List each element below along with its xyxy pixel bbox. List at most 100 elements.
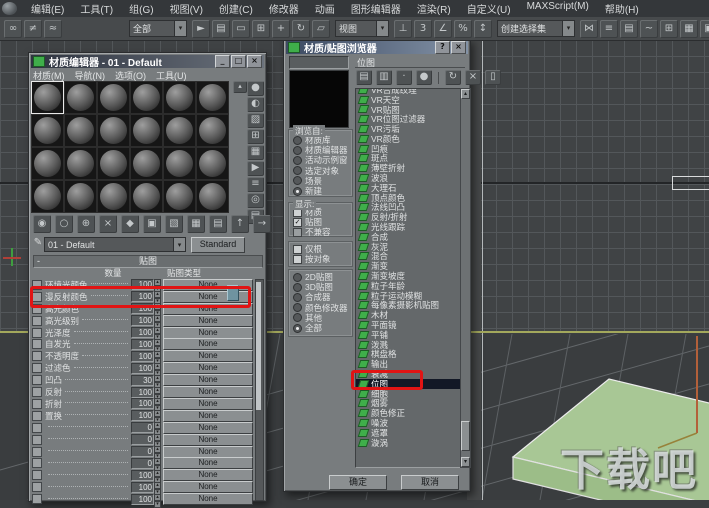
spinner-up-icon[interactable]: ▴	[154, 327, 161, 334]
radio-icon[interactable]	[293, 303, 302, 312]
view-list-plus-icons-icon[interactable]: ▥	[376, 70, 392, 85]
spinner-up-icon[interactable]: ▴	[154, 434, 161, 441]
sample-slot[interactable]	[31, 114, 64, 147]
radio-icon[interactable]	[293, 273, 302, 282]
sample-uv-tiling-icon[interactable]: ⊞	[247, 129, 264, 144]
spinner-up-icon[interactable]: ▴	[154, 482, 161, 489]
video-color-check-icon[interactable]: ▦	[247, 145, 264, 160]
spinner-up-icon[interactable]: ▴	[154, 315, 161, 322]
backlight-icon[interactable]: ◐	[247, 97, 264, 112]
map-amount-field[interactable]: 100	[131, 339, 154, 350]
show-map-in-viewport-icon[interactable]: ▦	[187, 215, 205, 233]
editor-menu-item[interactable]: 选项(O)	[115, 69, 146, 82]
material-type-button[interactable]: Standard	[191, 237, 245, 253]
spinner-up-icon[interactable]: ▴	[154, 422, 161, 429]
map-none-button[interactable]: None	[163, 410, 253, 422]
put-material-to-scene-icon[interactable]: ○	[55, 215, 73, 233]
map-none-button[interactable]: None	[163, 398, 253, 410]
spinner-up-icon[interactable]: ▴	[154, 387, 161, 394]
amount-spinner[interactable]: ▴▾	[154, 446, 161, 457]
maximize-button[interactable]: □	[231, 55, 246, 68]
amount-spinner[interactable]: ▴▾	[154, 375, 161, 386]
go-to-parent-icon[interactable]: ↑	[231, 215, 249, 233]
sample-slot[interactable]	[97, 114, 130, 147]
sample-slot[interactable]	[31, 81, 64, 114]
sample-slot[interactable]	[163, 147, 196, 180]
sample-type-icon[interactable]: ●	[247, 81, 264, 96]
amount-spinner[interactable]: ▴▾	[154, 387, 161, 398]
map-none-button[interactable]: None	[163, 422, 253, 434]
map-amount-field[interactable]: 0	[131, 458, 154, 469]
cancel-button[interactable]: 取消	[401, 475, 459, 490]
go-forward-to-sibling-icon[interactable]: →	[253, 215, 271, 233]
map-enable-checkbox[interactable]	[32, 411, 42, 421]
make-material-copy-icon[interactable]: ◆	[121, 215, 139, 233]
percent-snap-icon[interactable]: %	[454, 20, 472, 38]
ok-button[interactable]: 确定	[329, 475, 387, 490]
material-name-dropdown[interactable]: 01 - Default ▾	[44, 237, 186, 252]
map-amount-field[interactable]: 100	[131, 410, 154, 421]
amount-spinner[interactable]: ▴▾	[154, 422, 161, 433]
map-none-button[interactable]: None	[163, 457, 253, 469]
map-enable-checkbox[interactable]	[32, 494, 42, 504]
sample-slot[interactable]	[196, 147, 229, 180]
map-none-button[interactable]: None	[163, 446, 253, 458]
chevron-down-icon[interactable]: ▾	[376, 21, 388, 36]
menu-item[interactable]: 图形编辑器	[343, 1, 409, 16]
named-selection-dropdown[interactable]: 创建选择集▾	[497, 20, 575, 37]
curve-editor-icon[interactable]: ~	[640, 20, 658, 38]
map-enable-checkbox[interactable]	[32, 482, 42, 492]
spinner-up-icon[interactable]: ▴	[154, 363, 161, 370]
unlink-selection-icon[interactable]: ≠	[24, 20, 42, 38]
map-amount-field[interactable]: 100	[131, 387, 154, 398]
use-center-flyout-icon[interactable]: ⊥	[394, 20, 412, 38]
window-crossing-icon[interactable]: ⊞	[252, 20, 270, 38]
schematic-view-icon[interactable]: ⊞	[660, 20, 678, 38]
editor-menu-item[interactable]: 导航(N)	[75, 69, 106, 82]
view-small-icons-icon[interactable]: ·	[396, 70, 412, 85]
map-none-button[interactable]: None	[163, 469, 253, 481]
align-icon[interactable]: ≡	[600, 20, 618, 38]
sample-slot[interactable]	[31, 147, 64, 180]
amount-spinner[interactable]: ▴▾	[154, 351, 161, 362]
spinner-up-icon[interactable]: ▴	[154, 351, 161, 358]
spinner-up-icon[interactable]: ▴	[154, 398, 161, 405]
sample-slot[interactable]	[130, 114, 163, 147]
chevron-down-icon[interactable]: ▾	[174, 21, 186, 36]
spinner-up-icon[interactable]: ▴	[154, 446, 161, 453]
radio-icon[interactable]	[293, 187, 302, 196]
pick-material-eyedropper-icon[interactable]: ✎	[32, 237, 44, 250]
sample-slot[interactable]	[130, 147, 163, 180]
map-none-button[interactable]: None	[163, 493, 253, 505]
bind-to-space-warp-icon[interactable]: ≈	[44, 20, 62, 38]
layer-manager-icon[interactable]: ▤	[620, 20, 638, 38]
amount-spinner[interactable]: ▴▾	[154, 398, 161, 409]
sample-slot[interactable]	[31, 180, 64, 213]
chevron-down-icon[interactable]: ▾	[173, 238, 185, 251]
editor-menu-item[interactable]: 工具(U)	[156, 69, 187, 82]
menu-item[interactable]: MAXScript(M)	[519, 1, 597, 16]
map-none-button[interactable]: None	[163, 362, 253, 374]
spinner-up-icon[interactable]: ▴	[154, 470, 161, 477]
map-enable-checkbox[interactable]	[32, 316, 42, 326]
options-icon[interactable]: ≡	[247, 177, 264, 192]
map-amount-field[interactable]: 0	[131, 422, 154, 433]
radio-icon[interactable]	[293, 313, 302, 322]
show-option[interactable]: 不兼容	[289, 227, 352, 237]
reference-coordinate-dropdown[interactable]: 视图▾	[335, 20, 389, 37]
spinner-up-icon[interactable]: ▴	[154, 410, 161, 417]
map-amount-field[interactable]: 100	[131, 315, 154, 326]
scroll-down-icon[interactable]: ▾	[461, 457, 470, 467]
radio-icon[interactable]	[293, 293, 302, 302]
rectangular-selection-region-icon[interactable]: ▭	[232, 20, 250, 38]
map-enable-checkbox[interactable]	[32, 435, 42, 445]
background-icon[interactable]: ▨	[247, 113, 264, 128]
map-amount-field[interactable]: 100	[131, 494, 154, 505]
name-field[interactable]	[289, 56, 349, 69]
radio-icon[interactable]	[293, 146, 302, 155]
map-list-item[interactable]: 漩涡	[356, 438, 460, 448]
amount-spinner[interactable]: ▴▾	[154, 494, 161, 505]
select-and-link-icon[interactable]: ∞	[4, 20, 22, 38]
map-none-button[interactable]: None	[163, 481, 253, 493]
sample-slot[interactable]	[97, 180, 130, 213]
